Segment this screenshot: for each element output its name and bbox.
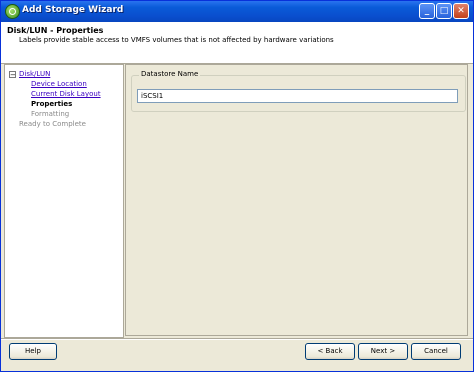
help-button[interactable]: Help [9, 343, 57, 360]
cancel-button[interactable]: Cancel [411, 343, 461, 360]
properties-panel: Datastore Name [125, 64, 468, 336]
wizard-header: Disk/LUN - Properties Labels provide sta… [1, 22, 473, 64]
footer-divider [1, 338, 473, 340]
title-bar[interactable]: Add Storage Wizard _ □ ✕ [1, 1, 473, 22]
minimize-button[interactable]: _ [419, 3, 435, 19]
step-current-disk-layout[interactable]: Current Disk Layout [31, 90, 101, 98]
wizard-steps-panel: − Disk/LUN Device Location Current Disk … [4, 64, 124, 338]
next-button[interactable]: Next > [358, 343, 408, 360]
datastore-name-label: Datastore Name [139, 70, 201, 78]
page-title: Disk/LUN - Properties [7, 26, 104, 35]
step-ready-to-complete: Ready to Complete [19, 120, 86, 128]
step-formatting: Formatting [31, 110, 70, 118]
datastore-name-input[interactable] [137, 89, 458, 103]
step-properties: Properties [31, 100, 73, 108]
back-button[interactable]: < Back [305, 343, 355, 360]
wizard-window: Add Storage Wizard _ □ ✕ Disk/LUN - Prop… [0, 0, 474, 372]
vmware-app-icon [5, 4, 20, 19]
step-device-location[interactable]: Device Location [31, 80, 87, 88]
datastore-name-group: Datastore Name [131, 70, 466, 112]
close-button[interactable]: ✕ [453, 3, 469, 19]
step-disk-lun[interactable]: Disk/LUN [19, 70, 50, 78]
maximize-button[interactable]: □ [436, 3, 452, 19]
page-subtitle: Labels provide stable access to VMFS vol… [19, 36, 334, 44]
collapse-icon[interactable]: − [9, 71, 16, 79]
window-title: Add Storage Wizard [22, 5, 124, 15]
